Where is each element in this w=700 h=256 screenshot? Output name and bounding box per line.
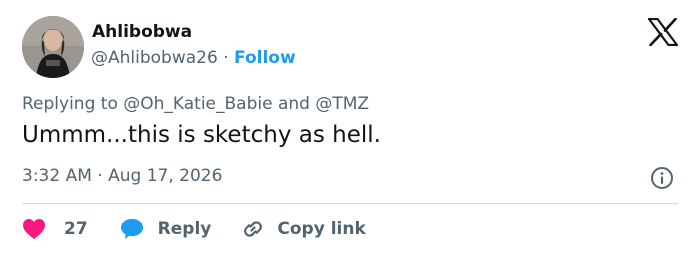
tweet-date: Aug 17, 2026	[108, 166, 223, 186]
reply-prefix: Replying to	[22, 94, 118, 114]
speech-bubble-icon	[120, 219, 143, 239]
info-icon[interactable]	[650, 166, 674, 190]
like-count: 27	[64, 219, 88, 239]
like-button[interactable]: 27	[22, 218, 88, 240]
action-bar: 27 Reply Copy link	[22, 214, 366, 244]
handle-separator: ·	[223, 48, 229, 68]
reply-label: Reply	[157, 219, 212, 239]
x-logo-icon[interactable]	[648, 18, 678, 46]
follow-button[interactable]: Follow	[234, 48, 296, 68]
tweet-text: Ummm...this is sketchy as hell.	[22, 122, 381, 148]
avatar[interactable]	[22, 16, 84, 78]
reply-conjunction: and	[277, 94, 310, 114]
divider	[22, 203, 678, 204]
timestamp-separator: ·	[97, 166, 103, 186]
tweet-time: 3:32 AM	[22, 166, 92, 186]
mention-oh-katie-babie[interactable]: @Oh_Katie_Babie	[123, 94, 272, 114]
reply-button[interactable]: Reply	[120, 218, 212, 240]
heart-icon	[23, 219, 45, 239]
author-handle-line: @Ahlibobwa26 · Follow	[91, 48, 296, 68]
copy-link-button[interactable]: Copy link	[241, 217, 366, 241]
reply-context: Replying to @Oh_Katie_Babie and @TMZ	[22, 94, 369, 114]
link-icon	[244, 221, 263, 237]
author-handle[interactable]: @Ahlibobwa26	[91, 48, 218, 68]
copy-link-label: Copy link	[277, 219, 366, 239]
tweet-timestamp[interactable]: 3:32 AM · Aug 17, 2026	[22, 166, 222, 186]
avatar-image	[22, 16, 84, 78]
author-display-name[interactable]: Ahlibobwa	[92, 22, 192, 42]
mention-tmz[interactable]: @TMZ	[315, 94, 369, 114]
